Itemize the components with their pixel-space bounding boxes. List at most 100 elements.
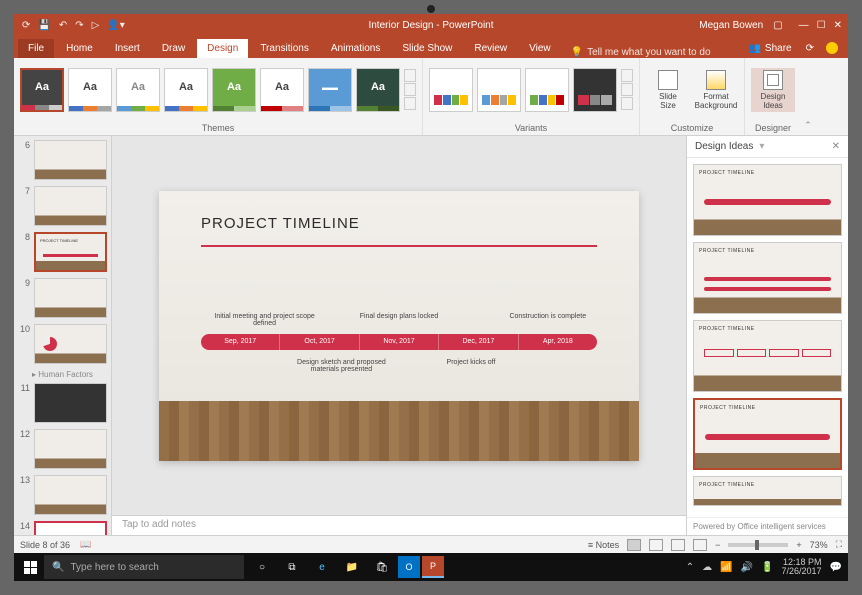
maximize-button[interactable]: ☐ (817, 20, 826, 31)
slide-thumb[interactable]: PROJECT TIMELINE (34, 232, 107, 272)
powerpoint-icon[interactable]: P (422, 556, 444, 578)
design-idea-option[interactable]: PROJECT TIMELINE (693, 164, 842, 236)
outlook-icon[interactable]: O (398, 556, 420, 578)
zoom-level[interactable]: 73% (810, 540, 828, 550)
close-button[interactable]: ✕ (834, 20, 842, 31)
autosave-icon[interactable]: ⟳ (22, 20, 30, 31)
themes-scroll-down[interactable] (404, 83, 416, 96)
share-button[interactable]: 👥 Share ⟳ (748, 42, 838, 58)
theme-option[interactable]: Aa (116, 68, 160, 112)
onedrive-icon[interactable]: ☁ (702, 562, 712, 573)
variants-more[interactable] (621, 97, 633, 110)
variant-option[interactable] (573, 68, 617, 112)
theme-option[interactable]: Aa (260, 68, 304, 112)
design-ideas-button[interactable]: Design Ideas (751, 68, 795, 112)
milestone-label[interactable]: Project kicks off (416, 359, 526, 366)
slideshow-view-button[interactable] (693, 539, 707, 551)
battery-icon[interactable]: 🔋 (761, 562, 773, 573)
milestone-label[interactable]: Final design plans locked (344, 313, 454, 320)
ribbon-options-icon[interactable]: ▢ (773, 20, 782, 31)
pane-close-icon[interactable]: ✕ (832, 141, 840, 152)
volume-icon[interactable]: 🔊 (741, 562, 753, 573)
theme-option[interactable]: ▬▬ (308, 68, 352, 112)
design-idea-option[interactable]: PROJECT TIMELINE (693, 476, 842, 506)
tab-design[interactable]: Design (197, 39, 248, 58)
format-background-button[interactable]: Format Background (694, 68, 738, 112)
zoom-slider[interactable] (728, 543, 788, 547)
notes-area[interactable]: Tap to add notes (112, 515, 686, 535)
tab-review[interactable]: Review (464, 39, 517, 58)
milestone-label[interactable]: Design sketch and proposed materials pre… (286, 359, 396, 373)
slide-canvas[interactable]: PROJECT TIMELINE Initial meeting and pro… (159, 191, 639, 461)
tab-animations[interactable]: Animations (321, 39, 390, 58)
account-icon[interactable]: 👤▾ (107, 20, 124, 31)
variants-scroll-down[interactable] (621, 83, 633, 96)
design-idea-option[interactable]: PROJECT TIMELINE (693, 242, 842, 314)
slide-thumb[interactable] (34, 429, 107, 469)
explorer-icon[interactable]: 📁 (338, 553, 366, 581)
tab-draw[interactable]: Draw (152, 39, 195, 58)
taskbar-search[interactable]: 🔍 Type here to search (44, 555, 244, 579)
tray-chevron-icon[interactable]: ⌃ (686, 562, 694, 573)
store-icon[interactable]: 🛍 (368, 553, 396, 581)
theme-option[interactable]: Aa (164, 68, 208, 112)
tab-insert[interactable]: Insert (105, 39, 150, 58)
redo-icon[interactable]: ↷ (75, 20, 83, 31)
tell-me-input[interactable]: 💡 Tell me what you want to do (571, 47, 711, 58)
user-name[interactable]: Megan Bowen (699, 20, 763, 31)
sorter-view-button[interactable] (649, 539, 663, 551)
collapse-ribbon-icon[interactable]: ⌃ (801, 58, 815, 135)
tab-file[interactable]: File (18, 39, 54, 58)
activity-icon[interactable]: ⟳ (806, 43, 814, 54)
minimize-button[interactable]: — (799, 20, 809, 31)
zoom-in-button[interactable]: + (796, 540, 801, 550)
milestone-label[interactable]: Initial meeting and project scope define… (210, 313, 320, 327)
undo-icon[interactable]: ↶ (59, 20, 67, 31)
edge-icon[interactable]: e (308, 553, 336, 581)
slide-thumb[interactable] (34, 186, 107, 226)
notifications-icon[interactable]: 💬 (830, 562, 842, 573)
variants-scroll-up[interactable] (621, 69, 633, 82)
cortana-icon[interactable]: ○ (248, 553, 276, 581)
slide-thumb[interactable] (34, 324, 107, 364)
save-icon[interactable]: 💾 (38, 20, 50, 31)
slide-counter[interactable]: Slide 8 of 36 (20, 540, 70, 550)
theme-option[interactable]: Aa (68, 68, 112, 112)
design-idea-option[interactable]: PROJECT TIMELINE (693, 398, 842, 470)
tab-home[interactable]: Home (56, 39, 103, 58)
network-icon[interactable]: 📶 (720, 562, 732, 573)
spellcheck-icon[interactable]: 📖 (80, 539, 91, 550)
notes-toggle[interactable]: ≡ Notes (588, 540, 619, 550)
slide-thumb[interactable] (34, 383, 107, 423)
from-beginning-icon[interactable]: ▷ (92, 20, 100, 31)
task-view-icon[interactable]: ⧉ (278, 553, 306, 581)
start-button[interactable] (16, 553, 44, 581)
variant-option[interactable] (477, 68, 521, 112)
slide-thumb[interactable] (34, 278, 107, 318)
slide-thumb[interactable] (34, 521, 107, 535)
theme-option[interactable]: Aa (356, 68, 400, 112)
theme-option[interactable]: Aa (212, 68, 256, 112)
pane-dropdown-icon[interactable]: ▾ (759, 141, 764, 152)
normal-view-button[interactable] (627, 539, 641, 551)
emoji-icon[interactable] (826, 42, 838, 54)
slide-size-button[interactable]: Slide Size (646, 68, 690, 112)
taskbar-clock[interactable]: 12:18 PM 7/26/2017 (782, 558, 822, 576)
tab-view[interactable]: View (519, 39, 561, 58)
slide-thumb[interactable] (34, 140, 107, 180)
slide-thumb[interactable] (34, 475, 107, 515)
themes-scroll-up[interactable] (404, 69, 416, 82)
reading-view-button[interactable] (671, 539, 685, 551)
tab-slideshow[interactable]: Slide Show (392, 39, 462, 58)
theme-option[interactable]: Aa (20, 68, 64, 112)
section-header[interactable]: ▸ Human Factors (32, 370, 107, 379)
slide-title[interactable]: PROJECT TIMELINE (201, 215, 360, 232)
tab-transitions[interactable]: Transitions (250, 39, 319, 58)
design-idea-option[interactable]: PROJECT TIMELINE (693, 320, 842, 392)
themes-more[interactable] (404, 97, 416, 110)
variant-option[interactable] (429, 68, 473, 112)
fit-to-window-icon[interactable]: ⛶ (836, 539, 842, 550)
milestone-label[interactable]: Construction is complete (493, 313, 603, 320)
timeline-bar[interactable]: Sep, 2017 Oct, 2017 Nov, 2017 Dec, 2017 … (201, 334, 597, 350)
variant-option[interactable] (525, 68, 569, 112)
